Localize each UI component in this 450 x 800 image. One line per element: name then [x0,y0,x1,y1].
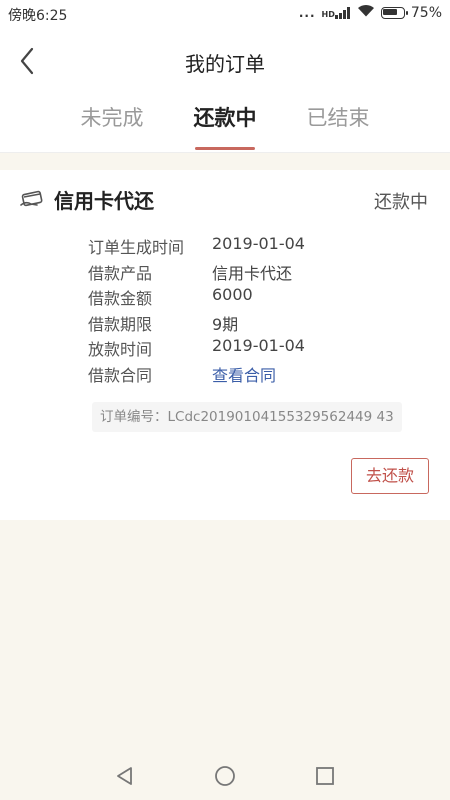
circle-home-icon[interactable] [213,764,237,788]
detail-row-created: 订单生成时间 2019-01-04 [88,234,305,260]
battery-icon [380,6,408,19]
detail-row-product: 借款产品 信用卡代还 [88,260,305,286]
detail-label: 借款产品 [88,263,153,283]
view-contract-link[interactable]: 查看合同 [212,362,276,388]
order-number: 订单编号：LCdc20190104155329562449 43 [92,402,402,432]
order-card: 信用卡代还 还款中 订单生成时间 2019-01-04 借款产品 信用卡代还 借… [0,170,450,520]
network-type: HD [321,9,335,19]
system-nav-bar [0,752,450,800]
product-title: 信用卡代还 [54,189,154,213]
detail-value: 2019-01-04 [212,234,305,253]
order-details: 订单生成时间 2019-01-04 借款产品 信用卡代还 借款金额 6000 借… [88,234,305,387]
detail-row-term: 借款期限 9期 [88,311,305,337]
detail-label: 借款合同 [88,365,153,385]
detail-value: 6000 [212,285,253,304]
status-bar: 傍晚6:25 ... HD 75% [0,0,450,26]
detail-value: 9期 [212,314,239,334]
triangle-back-icon[interactable] [113,764,137,788]
detail-row-amount: 借款金额 6000 [88,285,305,311]
detail-value: 2019-01-04 [212,336,305,355]
battery-level [383,9,397,15]
notification-dots: ... [298,5,316,20]
signal-icon: HD [321,6,351,19]
credit-card-hand-icon [20,190,43,207]
detail-label: 借款金额 [88,289,153,308]
detail-row-disbursed: 放款时间 2019-01-04 [88,336,305,362]
detail-label: 借款期限 [88,314,153,334]
detail-value: 信用卡代还 [212,263,293,283]
status-indicators: ... HD 75% [299,4,442,21]
tab-finished[interactable]: 已结束 [278,102,398,152]
detail-label: 放款时间 [88,340,153,359]
header: 我的订单 [0,26,450,96]
page-title: 我的订单 [185,52,265,76]
status-time: 傍晚6:25 [8,8,68,24]
order-tabs: 未完成 还款中 已结束 [0,96,450,153]
wifi-icon [357,4,375,21]
repay-button[interactable]: 去还款 [351,458,429,494]
detail-label: 订单生成时间 [88,238,185,257]
tab-repaying[interactable]: 还款中 [165,102,285,152]
order-status: 还款中 [374,192,428,213]
tab-incomplete[interactable]: 未完成 [52,102,172,152]
battery-percent: 75% [410,4,442,21]
detail-row-contract: 借款合同 查看合同 [88,362,305,388]
square-recent-icon[interactable] [313,764,337,788]
